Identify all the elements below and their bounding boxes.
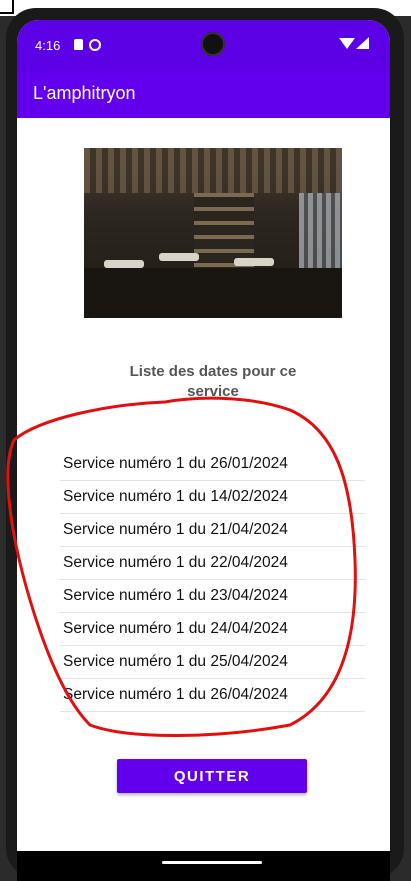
quit-button[interactable]: QUITTER [117,759,307,793]
status-time: 4:16 [35,38,61,53]
front-camera [201,32,225,56]
navigation-bar [17,851,390,881]
service-list-item[interactable]: Service numéro 1 du 24/04/2024 [60,613,365,646]
restaurant-image [84,148,342,318]
image-floor [84,268,342,318]
image-table [159,253,199,261]
service-list-item[interactable]: Service numéro 1 du 23/04/2024 [60,580,365,613]
service-list-item[interactable]: Service numéro 1 du 22/04/2024 [60,547,365,580]
wifi-icon [339,38,355,49]
phone-frame: 4:16 L'amphitryon Liste des dates pour c… [0,0,411,881]
service-list-item[interactable]: Service numéro 1 du 21/04/2024 [60,514,365,547]
sim-card-icon [74,39,83,50]
app-bar: L'amphitryon [17,72,390,118]
main-content: Liste des dates pour ce service Service … [17,118,390,876]
image-table [234,258,274,266]
service-list-item[interactable]: Service numéro 1 du 14/02/2024 [60,481,365,514]
image-ceiling [84,148,342,193]
corner-marker [0,0,14,14]
home-indicator[interactable] [162,861,262,864]
service-list-item[interactable]: Service numéro 1 du 25/04/2024 [60,646,365,679]
status-bar: 4:16 [17,20,390,72]
service-list-item[interactable]: Service numéro 1 du 26/01/2024 [60,448,365,481]
section-title: Liste des dates pour ce service [129,363,297,400]
service-list-item[interactable]: Service numéro 1 du 26/04/2024 [60,679,365,712]
signal-icon [356,37,369,49]
sync-icon [89,39,101,51]
phone-screen: 4:16 L'amphitryon Liste des dates pour c… [17,20,390,876]
image-window [299,193,342,268]
image-table [104,260,144,268]
service-date-list: Service numéro 1 du 26/01/2024 Service nu… [60,448,365,712]
app-title: L'amphitryon [33,83,136,103]
